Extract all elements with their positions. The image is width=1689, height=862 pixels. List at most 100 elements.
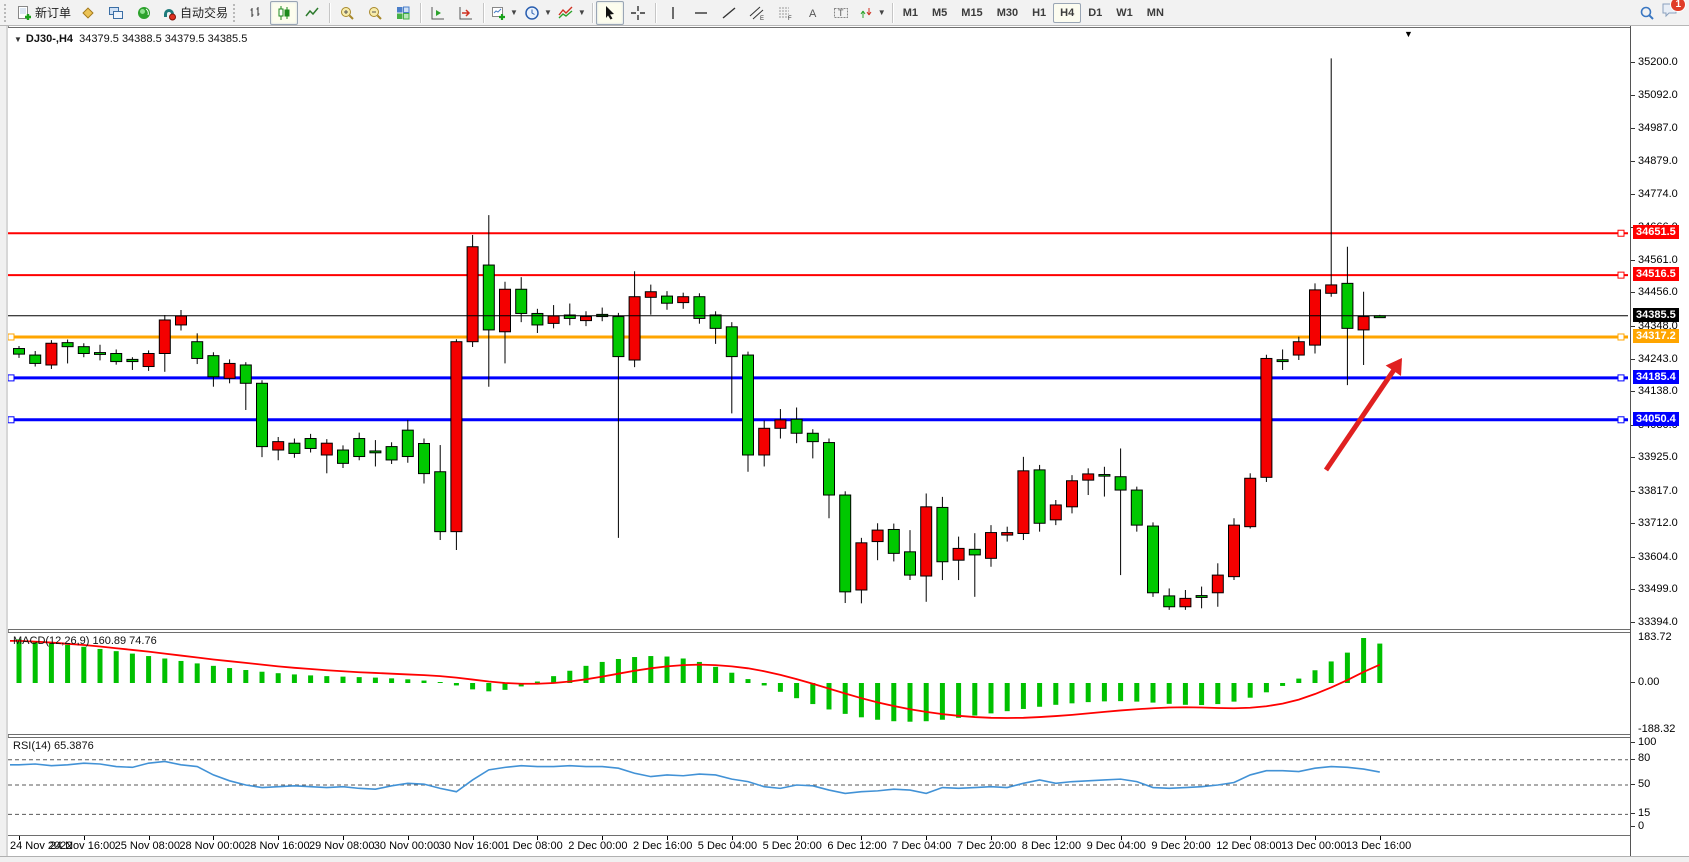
horizontal-line-tool-button[interactable]: [687, 1, 715, 25]
rsi-tick: [1631, 826, 1635, 827]
signals-button[interactable]: [130, 1, 158, 25]
svg-text:T: T: [838, 8, 844, 18]
rsi-axis-label: 0: [1638, 820, 1644, 832]
channel-tool-button[interactable]: E: [743, 1, 771, 25]
current-price-badge: 34385.5: [1633, 308, 1679, 322]
new-chart-button[interactable]: ▼: [487, 1, 521, 25]
periods-button[interactable]: ▼: [521, 1, 555, 25]
chevron-down-icon: ▼: [510, 8, 518, 17]
hline-34516.5[interactable]: [8, 272, 1628, 278]
annotation-arrow[interactable]: [1326, 358, 1402, 470]
text-label-icon: T: [833, 5, 849, 21]
price-axis[interactable]: 35200.035092.034987.034879.034774.034666…: [1630, 26, 1689, 856]
package-icon: [80, 5, 96, 21]
macd-canvas[interactable]: [8, 633, 1628, 734]
price-tick: [1631, 491, 1635, 492]
chevron-down-icon: ▼: [878, 8, 886, 17]
auto-trading-button[interactable]: 自动交易: [158, 1, 231, 25]
macd-axis-label: -188.32: [1638, 723, 1675, 735]
price-tick: [1631, 523, 1635, 524]
time-label: 9 Dec 20:00: [1151, 840, 1210, 852]
timeframe-d1[interactable]: D1: [1081, 3, 1109, 23]
text-tool-button[interactable]: A: [799, 1, 827, 25]
package-button[interactable]: [74, 1, 102, 25]
macd-axis-label: 183.72: [1638, 631, 1672, 643]
macd-indicator-panel[interactable]: MACD(12,26,9) 160.89 74.76: [8, 632, 1630, 735]
hline-price-badge: 34317.2: [1633, 329, 1679, 343]
price-tick-label: 34987.0: [1638, 122, 1678, 134]
scroll-to-end-icon[interactable]: ▼: [1404, 29, 1413, 39]
chart-shift-button[interactable]: [452, 1, 480, 25]
auto-scroll-button[interactable]: [424, 1, 452, 25]
hline-34050.4[interactable]: [8, 417, 1628, 423]
price-tick-label: 34138.0: [1638, 385, 1678, 397]
time-label: 5 Dec 04:00: [698, 840, 757, 852]
svg-text:F: F: [788, 16, 792, 21]
indicators-button[interactable]: ▼: [555, 1, 589, 25]
crosshair-tool-button[interactable]: [624, 1, 652, 25]
candlestick-mode-button[interactable]: [270, 1, 298, 25]
toolbar-grip[interactable]: [233, 4, 240, 22]
timeframe-mn[interactable]: MN: [1140, 3, 1171, 23]
svg-text:E: E: [760, 16, 764, 21]
timeframe-m1[interactable]: M1: [896, 3, 925, 23]
time-label: 1 Dec 08:00: [503, 840, 562, 852]
hline-34317.2[interactable]: [8, 334, 1628, 340]
timeframe-h1[interactable]: H1: [1025, 3, 1053, 23]
price-tick: [1631, 161, 1635, 162]
time-axis[interactable]: 24 Nov 202224 Nov 16:0025 Nov 08:0028 No…: [8, 836, 1630, 856]
market-watch-button[interactable]: [102, 1, 130, 25]
price-tick-label: 35092.0: [1638, 89, 1678, 101]
fibonacci-tool-button[interactable]: F: [771, 1, 799, 25]
timeframe-m5[interactable]: M5: [925, 3, 954, 23]
search-icon[interactable]: [1639, 5, 1655, 21]
trendline-tool-button[interactable]: [715, 1, 743, 25]
zoom-in-button[interactable]: [333, 1, 361, 25]
rsi-canvas[interactable]: [8, 738, 1628, 835]
vertical-line-icon: [665, 5, 681, 21]
notifications-button[interactable]: 1: [1661, 2, 1679, 23]
hline-34651.5[interactable]: [8, 230, 1628, 236]
price-tick: [1631, 95, 1635, 96]
tile-windows-button[interactable]: [389, 1, 417, 25]
candles: [14, 58, 1386, 610]
timeframe-w1[interactable]: W1: [1109, 3, 1140, 23]
text-label-tool-button[interactable]: T: [827, 1, 855, 25]
time-label: 7 Dec 04:00: [892, 840, 951, 852]
time-label: 28 Nov 00:00: [179, 840, 244, 852]
fibonacci-icon: F: [777, 5, 793, 21]
price-tick: [1631, 622, 1635, 623]
bar-chart-mode-button[interactable]: [242, 1, 270, 25]
price-tick: [1631, 359, 1635, 360]
new-order-button[interactable]: 新订单: [13, 1, 74, 25]
time-label: 6 Dec 12:00: [827, 840, 886, 852]
hline-price-badge: 34516.5: [1633, 267, 1679, 281]
price-tick: [1631, 589, 1635, 590]
candlestick-icon: [276, 5, 292, 21]
rsi-tick: [1631, 784, 1635, 785]
horizontal-line-icon: [693, 5, 709, 21]
chevron-down-icon: ▼: [544, 8, 552, 17]
price-chart-panel[interactable]: ▼ DJ30-,H4 34379.5 34388.5 34379.5 34385.…: [8, 27, 1630, 630]
rsi-indicator-panel[interactable]: RSI(14) 65.3876: [8, 737, 1630, 836]
timeframe-m30[interactable]: M30: [990, 3, 1025, 23]
svg-text:A: A: [809, 8, 817, 20]
price-tick: [1631, 194, 1635, 195]
timeframe-h4[interactable]: H4: [1053, 3, 1081, 23]
macd-axis-label: 0.00: [1638, 676, 1659, 688]
arrows-tool-button[interactable]: ▼: [855, 1, 889, 25]
line-chart-mode-button[interactable]: [298, 1, 326, 25]
zoom-out-button[interactable]: [361, 1, 389, 25]
toolbar-grip[interactable]: [4, 4, 11, 22]
vertical-line-tool-button[interactable]: [659, 1, 687, 25]
time-label: 12 Dec 08:00: [1216, 840, 1281, 852]
cursor-tool-button[interactable]: [596, 1, 624, 25]
chart-symbol-period: DJ30-,H4: [26, 33, 73, 45]
collapse-ohlc-icon[interactable]: ▼: [14, 35, 22, 44]
price-chart-canvas[interactable]: [8, 28, 1628, 629]
timeframe-m15[interactable]: M15: [954, 3, 989, 23]
rsi-tick: [1631, 813, 1635, 814]
chevron-down-icon: ▼: [578, 8, 586, 17]
rsi-tick: [1631, 742, 1635, 743]
chart-ohlc-values: 34379.5 34388.5 34379.5 34385.5: [79, 33, 247, 45]
